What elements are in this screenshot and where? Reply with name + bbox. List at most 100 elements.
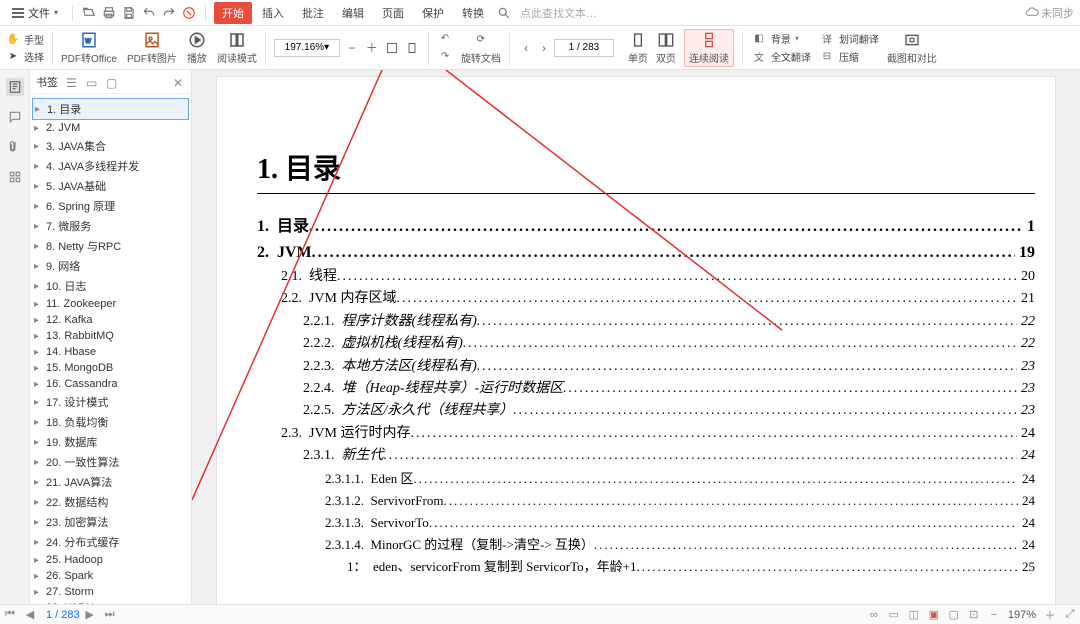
expand-icon[interactable]: ▸	[34, 281, 42, 292]
toc-row[interactable]: 2.2.2. 虚拟机栈(线程私有).......................…	[257, 333, 1035, 355]
bookmark-item[interactable]: ▸10. 日志	[32, 276, 189, 296]
toc-row[interactable]: 2.2.1. 程序计数器(线程私有)......................…	[257, 311, 1035, 333]
status-zoom[interactable]: 197%	[1004, 609, 1040, 621]
bookmark-item[interactable]: ▸13. RabbitMQ	[32, 328, 189, 344]
bookmark-item[interactable]: ▸8. Netty 与RPC	[32, 236, 189, 256]
expand-icon[interactable]: ▸	[34, 299, 42, 310]
screenshot-button[interactable]: 截图和对比	[887, 31, 937, 65]
expand-icon[interactable]: ▸	[34, 587, 42, 598]
search-placeholder[interactable]: 点此查找文本…	[520, 5, 597, 21]
compress-button[interactable]: ⊟压缩	[819, 49, 879, 65]
toc-row[interactable]: 2. JVM..................................…	[257, 240, 1035, 266]
first-page-icon[interactable]: ⏮	[2, 607, 18, 623]
toc-row[interactable]: 2.2.3. 本地方法区(线程私有)......................…	[257, 356, 1035, 378]
toc-row[interactable]: 2.2. JVM 内存区域...........................…	[257, 288, 1035, 310]
ribbon-button[interactable]: PDF转图片	[127, 31, 177, 65]
file-menu[interactable]: 文件 ▾	[6, 3, 64, 23]
close-panel-icon[interactable]: ✕	[173, 76, 185, 88]
expand-icon[interactable]: ▸	[34, 221, 42, 232]
bookmark-item[interactable]: ▸12. Kafka	[32, 312, 189, 328]
expand-icon[interactable]: ▸	[34, 497, 42, 508]
expand-icon[interactable]: ▸	[34, 331, 42, 342]
expand-icon[interactable]: ▸	[34, 437, 42, 448]
expand-icon[interactable]: ▸	[34, 201, 42, 212]
undo-icon[interactable]	[141, 5, 157, 21]
background-button[interactable]: ◧背景▾	[751, 31, 811, 47]
bookmark-item[interactable]: ▸7. 微服务	[32, 216, 189, 236]
bookmark-item[interactable]: ▸22. 数据结构	[32, 492, 189, 512]
toc-row[interactable]: 2.3.1.3. ServivorTo.....................…	[257, 512, 1035, 534]
expand-icon[interactable]: ▸	[34, 363, 42, 374]
continuous-read-button[interactable]: 连续阅读	[684, 29, 734, 67]
rotate-doc-button[interactable]: ⟳ 旋转文档	[461, 31, 501, 65]
expand-icon[interactable]: ▸	[35, 104, 43, 115]
expand-all-icon[interactable]: ☰	[66, 76, 78, 88]
expand-icon[interactable]: ▸	[34, 379, 42, 390]
bookmark-item[interactable]: ▸6. Spring 原理	[32, 196, 189, 216]
bookmark-item[interactable]: ▸20. 一致性算法	[32, 452, 189, 472]
bookmark-item[interactable]: ▸25. Hadoop	[32, 552, 189, 568]
toc-row[interactable]: 2.1. 线程.................................…	[257, 266, 1035, 288]
collapse-all-icon[interactable]: ▭	[86, 76, 98, 88]
sync-icon[interactable]: ∞	[866, 607, 882, 623]
bookmark-item[interactable]: ▸26. Spark	[32, 568, 189, 584]
expand-icon[interactable]: ▸	[34, 571, 42, 582]
menu-tab[interactable]: 批注	[294, 2, 332, 24]
status-page-number[interactable]: 1 / 283	[46, 609, 80, 621]
bookmark-item[interactable]: ▸5. JAVA基础	[32, 176, 189, 196]
fullscreen-icon[interactable]: ⤢	[1062, 607, 1078, 623]
open-icon[interactable]	[81, 5, 97, 21]
expand-icon[interactable]: ▸	[34, 123, 42, 134]
next-page-icon[interactable]: ›	[536, 40, 552, 56]
bookmark-item[interactable]: ▸14. Hbase	[32, 344, 189, 360]
sync-status[interactable]: 未同步	[1025, 5, 1074, 21]
bookmark-item[interactable]: ▸1. 目录	[32, 98, 189, 120]
zoom-out-icon[interactable]: −	[344, 40, 360, 56]
expand-icon[interactable]: ▸	[34, 241, 42, 252]
page-input[interactable]: 1 / 283	[554, 39, 614, 57]
toc-row[interactable]: 2.3.1.2. ServivorFrom...................…	[257, 490, 1035, 512]
toc-row[interactable]: 2.3.1.4. MinorGC 的过程（复制->清空-> 互换）.......…	[257, 534, 1035, 556]
thumbnails-icon[interactable]	[6, 168, 24, 186]
bookmark-item[interactable]: ▸24. 分布式缓存	[32, 532, 189, 552]
comments-icon[interactable]	[6, 108, 24, 126]
toc-row[interactable]: 2.2.4. 堆（Heap-线程共享）-运行时数据区..............…	[257, 378, 1035, 400]
double-page-button[interactable]: 双页	[656, 31, 676, 65]
expand-icon[interactable]: ▸	[34, 181, 42, 192]
zoom-in-icon[interactable]: ＋	[1042, 607, 1058, 623]
single-page-button[interactable]: 单页	[628, 31, 648, 65]
expand-icon[interactable]: ▸	[34, 397, 42, 408]
expand-icon[interactable]: ▸	[34, 161, 42, 172]
fit-width-icon[interactable]	[384, 40, 400, 56]
rotate-left[interactable]: ↶	[437, 31, 453, 47]
expand-icon[interactable]: ▸	[34, 477, 42, 488]
prev-page-icon[interactable]: ◀	[22, 607, 38, 623]
menu-tab[interactable]: 开始	[214, 2, 252, 24]
layout3-icon[interactable]: ▣	[926, 607, 942, 623]
bookmark-item[interactable]: ▸19. 数据库	[32, 432, 189, 452]
zoom-out-icon[interactable]: −	[986, 607, 1002, 623]
expand-icon[interactable]: ▸	[34, 517, 42, 528]
expand-icon[interactable]: ▸	[34, 315, 42, 326]
bookmark-item[interactable]: ▸28. YARN	[32, 600, 189, 604]
next-page-icon[interactable]: ▶	[82, 607, 98, 623]
toc-row[interactable]: 2.3.1.1. Eden 区.........................…	[257, 468, 1035, 490]
expand-icon[interactable]: ▸	[34, 603, 42, 605]
translate-sel-button[interactable]: 译划词翻译	[819, 31, 879, 47]
select-tool[interactable]: ➤选择	[6, 49, 44, 64]
menu-tab[interactable]: 编辑	[334, 2, 372, 24]
layout2-icon[interactable]: ◫	[906, 607, 922, 623]
translate-doc-button[interactable]: 文全文翻译	[751, 49, 811, 65]
fit-page-icon[interactable]	[404, 40, 420, 56]
zoom-in-icon[interactable]: ＋	[364, 40, 380, 56]
menu-tab[interactable]: 插入	[254, 2, 292, 24]
bookmark-item[interactable]: ▸2. JVM	[32, 120, 189, 136]
toc-row[interactable]: 1： eden、servicorFrom 复制到 ServicorTo，年龄+1…	[257, 556, 1035, 578]
menu-tab[interactable]: 转换	[454, 2, 492, 24]
expand-icon[interactable]: ▸	[34, 261, 42, 272]
bookmarks-icon[interactable]	[6, 78, 24, 96]
toc-row[interactable]: 2.2.5. 方法区/永久代（线程共享）....................…	[257, 400, 1035, 422]
bookmark-item[interactable]: ▸18. 负载均衡	[32, 412, 189, 432]
ribbon-button[interactable]: 阅读模式	[217, 31, 257, 65]
expand-icon[interactable]: ▸	[34, 347, 42, 358]
